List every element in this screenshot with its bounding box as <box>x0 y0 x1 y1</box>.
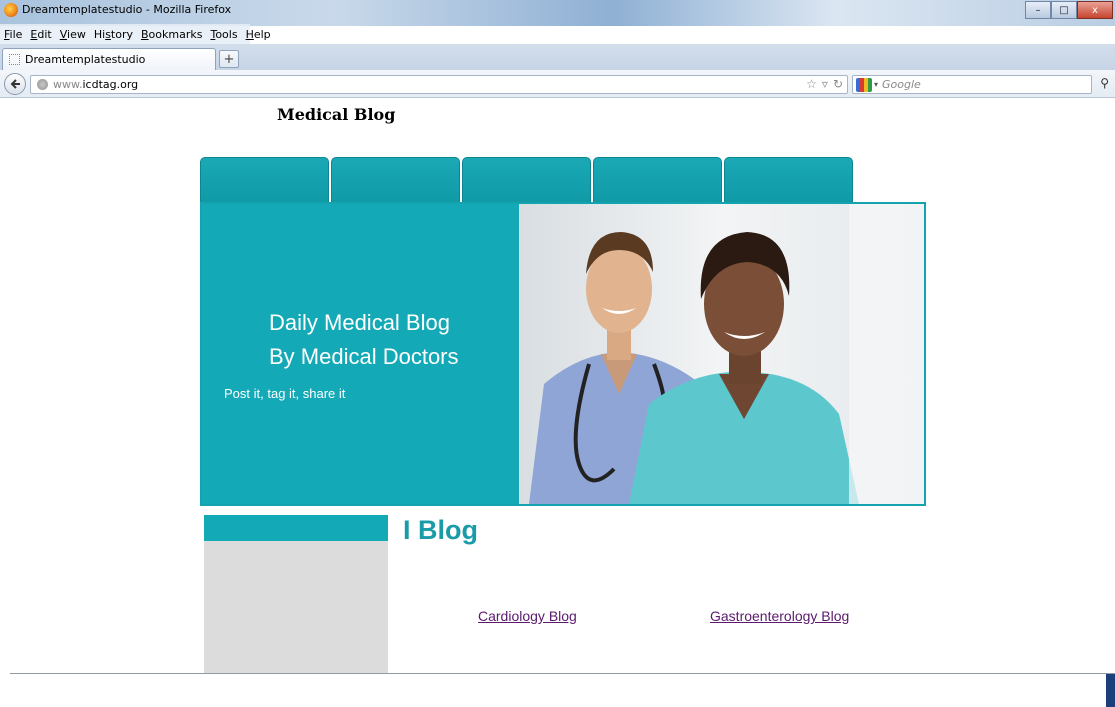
page-favicon-icon <box>9 54 20 65</box>
window-controls: – □ x <box>1025 1 1113 19</box>
doctors-illustration <box>519 204 924 504</box>
maximize-button[interactable]: □ <box>1051 1 1077 19</box>
site-title: Medical Blog <box>277 105 396 124</box>
nav-tab-3[interactable] <box>462 157 591 203</box>
corner-widget <box>1106 674 1115 707</box>
menu-view[interactable]: View <box>60 28 86 41</box>
cardiology-blog-link[interactable]: Cardiology Blog <box>478 608 577 624</box>
menu-edit[interactable]: Edit <box>30 28 51 41</box>
gastroenterology-blog-link[interactable]: Gastroenterology Blog <box>710 608 849 624</box>
search-input[interactable]: Google <box>882 78 921 91</box>
close-button[interactable]: x <box>1077 1 1113 19</box>
doctors-photo <box>519 204 924 504</box>
hero-headline-line-1: Daily Medical Blog <box>269 310 450 335</box>
google-icon[interactable] <box>856 77 872 92</box>
back-button[interactable] <box>4 73 26 95</box>
url-text: www.icdtag.org <box>53 78 139 91</box>
site-nav-tabs <box>200 157 860 203</box>
search-bar[interactable]: ▾ Google ⚲ <box>852 75 1109 94</box>
url-bar[interactable]: www.icdtag.org ☆ ▿ ↻ <box>30 75 848 94</box>
window-titlebar: Dreamtemplatestudio - Mozilla Firefox – … <box>0 0 1115 26</box>
window-title: Dreamtemplatestudio - Mozilla Firefox <box>22 3 232 16</box>
firefox-logo-icon <box>4 3 18 17</box>
menu-help[interactable]: Help <box>246 28 271 41</box>
menu-file[interactable]: File <box>4 28 22 41</box>
nav-tab-1[interactable] <box>200 157 329 203</box>
tab-dreamtemplatestudio[interactable]: Dreamtemplatestudio <box>2 48 216 70</box>
sidebar-header <box>204 515 388 541</box>
minimize-button[interactable]: – <box>1025 1 1051 19</box>
tab-label: Dreamtemplatestudio <box>25 53 146 66</box>
hero-headline-line-2: By Medical Doctors <box>269 344 459 369</box>
tab-strip: Dreamtemplatestudio + <box>0 44 1115 70</box>
search-engine-dropdown-icon[interactable]: ▾ <box>874 80 878 89</box>
web-page: Medical Blog Daily Medical Blog By Medic… <box>0 99 1115 707</box>
url-bar-icons: ☆ ▿ ↻ <box>806 77 843 91</box>
sidebar-panel <box>204 541 388 673</box>
divider <box>10 673 1115 674</box>
section-heading: I Blog <box>403 515 478 545</box>
globe-icon <box>37 79 48 90</box>
dropdown-arrow-icon[interactable]: ▿ <box>822 77 828 91</box>
menu-history[interactable]: History <box>94 28 133 41</box>
reload-icon[interactable]: ↻ <box>833 77 843 91</box>
menu-bookmarks[interactable]: Bookmarks <box>141 28 202 41</box>
nav-tab-2[interactable] <box>331 157 460 203</box>
hero-tagline: Post it, tag it, share it <box>224 386 346 401</box>
search-icon[interactable]: ⚲ <box>1100 76 1109 90</box>
hero-text-panel: Daily Medical Blog By Medical Doctors Po… <box>202 204 519 504</box>
navigation-toolbar: www.icdtag.org ☆ ▿ ↻ ▾ Google ⚲ <box>0 70 1115 98</box>
menu-tools[interactable]: Tools <box>210 28 237 41</box>
nav-tab-4[interactable] <box>593 157 722 203</box>
nav-tab-5[interactable] <box>724 157 853 203</box>
hero-banner: Daily Medical Blog By Medical Doctors Po… <box>200 202 926 506</box>
new-tab-button[interactable]: + <box>219 50 239 68</box>
bookmark-star-icon[interactable]: ☆ <box>806 77 817 91</box>
back-arrow-icon <box>10 79 20 89</box>
menu-bar: File Edit View History Bookmarks Tools H… <box>0 24 271 44</box>
